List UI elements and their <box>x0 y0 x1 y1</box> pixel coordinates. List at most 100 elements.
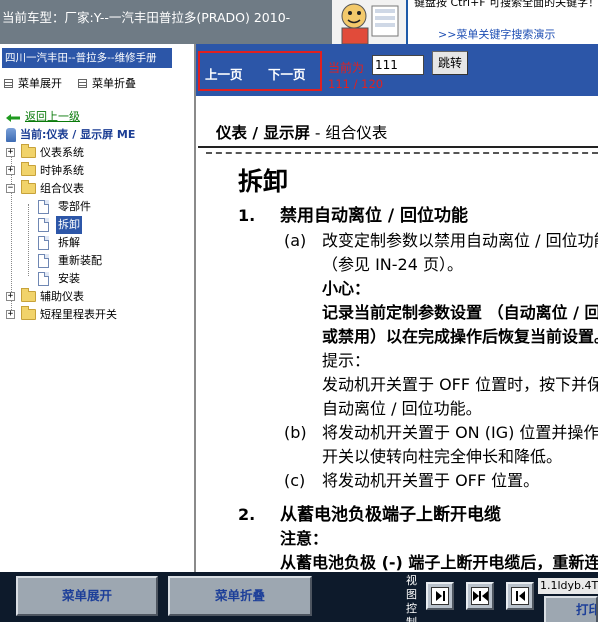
content-panel: 上一页 下一页 当前为 跳转 111 / 120 仪表 / 显示屏 - 组合仪表… <box>196 44 598 572</box>
mascot-image <box>332 0 406 44</box>
menu-collapse-toggle[interactable]: 菜单折叠 <box>78 75 136 91</box>
menu-collapse-button[interactable]: 菜单折叠 <box>168 576 312 616</box>
print-button[interactable]: 打印 <box>544 596 598 622</box>
manual-title: 四川一汽丰田--普拉多--维修手册 <box>2 48 172 68</box>
section-heading: 仪表 / 显示屏 - 组合仪表 <box>216 121 387 143</box>
current-page-label: 当前为 <box>328 61 365 75</box>
tree-doc-item[interactable]: 重新装配 <box>0 252 190 270</box>
file-name-display: 1.1ldyb.4T <box>538 578 598 594</box>
notice-text: 从蓄电池负极 (-) 端子上断开电缆后，重新连接 <box>280 553 598 572</box>
list-icon <box>4 79 13 88</box>
menu-collapse-label: 菜单折叠 <box>92 77 136 90</box>
mascot-icon <box>341 3 399 44</box>
tree-doc-item[interactable]: 拆解 <box>0 234 190 252</box>
tree-folder-label: 辅助仪表 <box>40 290 84 303</box>
prev-page-button[interactable]: 上一页 <box>205 64 243 83</box>
back-arrow-icon <box>6 114 20 122</box>
menu-expand-button[interactable]: 菜单展开 <box>16 576 158 616</box>
tree-folder-item[interactable]: + 短程里程表开关 <box>0 306 190 324</box>
bottom-toolbar: 菜单展开 菜单折叠 视图控制 1.1ldyb.4T 打印 <box>0 572 598 622</box>
menu-expand-label: 菜单展开 <box>18 77 62 90</box>
text-line: 开关以使转向柱完全伸长和降低。 <box>322 447 563 466</box>
note-label: 提示： <box>322 351 371 370</box>
text-line: 改变定制参数以禁用自动离位 / 回位功能 <box>322 231 598 250</box>
document-page: 仪表 / 显示屏 - 组合仪表 拆卸 1. 禁用自动离位 / 回位功能 (a) … <box>196 96 598 572</box>
page-nav-buttons: 上一页 下一页 <box>198 51 322 91</box>
tree-folder-item[interactable]: + 辅助仪表 <box>0 288 190 306</box>
tree-doc-label: 拆解 <box>58 236 80 249</box>
back-link[interactable]: 返回上一级 <box>25 108 80 126</box>
view-fit-center-button[interactable] <box>466 582 494 610</box>
caution-text: 或禁用）以在完成操作后恢复当前设置。 <box>322 327 598 346</box>
book-icon <box>6 128 16 142</box>
search-hint-box: 键盘按 Ctrl+F 可搜索全面的关键字！ >>菜单关键字搜索演示 <box>406 0 598 44</box>
folder-icon <box>21 144 36 158</box>
tree-folder-item[interactable]: + 仪表系统 <box>0 144 190 162</box>
page-number-input[interactable] <box>372 55 424 75</box>
tree-doc-item-selected[interactable]: 拆卸 <box>0 216 190 234</box>
back-row[interactable]: 返回上一级 <box>0 108 190 126</box>
current-car-model: 当前车型：厂家:Y--一汽丰田普拉多(PRADO) 2010- <box>2 10 291 25</box>
text-line: 自动离位 / 回位功能。 <box>322 399 482 418</box>
page-nav-bar: 上一页 下一页 当前为 跳转 111 / 120 <box>196 44 598 96</box>
document-icon <box>38 200 49 214</box>
view-control-label: 视图控制 <box>406 574 417 622</box>
folder-icon <box>21 288 36 302</box>
heading-divider <box>198 146 598 148</box>
expand-plus-icon[interactable]: + <box>6 292 15 301</box>
tree-folder-item[interactable]: − 组合仪表 <box>0 180 190 198</box>
tree-folder-label: 短程里程表开关 <box>40 308 117 321</box>
expand-plus-icon[interactable]: + <box>6 148 15 157</box>
tree-folder-label: 组合仪表 <box>40 182 84 195</box>
section-heading-sub: - 组合仪表 <box>309 124 388 142</box>
caution-text: 记录当前定制参数设置 （自动离位 / 回位功能启用 <box>322 303 598 322</box>
tree-doc-label: 安装 <box>58 272 80 285</box>
folder-icon <box>21 306 36 320</box>
tree-folder-label: 仪表系统 <box>40 146 84 159</box>
text-line: 发动机开关置于 OFF 位置时，按下并保持转向柱开关可 <box>322 375 598 394</box>
document-icon <box>38 254 49 268</box>
step-number: 2. <box>238 505 256 524</box>
dashed-divider <box>206 152 598 154</box>
tree-doc-label: 重新装配 <box>58 254 102 267</box>
next-page-button[interactable]: 下一页 <box>268 64 306 83</box>
step-number: 1. <box>238 206 256 225</box>
tree-doc-label: 零部件 <box>58 200 91 213</box>
current-node-label: 当前:仪表 / 显示屏 ME <box>20 128 136 141</box>
page-title: 拆卸 <box>238 167 289 196</box>
search-demo-link[interactable]: >>菜单关键字搜索演示 <box>438 26 555 42</box>
view-fit-left-button[interactable] <box>506 582 534 610</box>
expand-plus-icon[interactable]: + <box>6 310 15 319</box>
folder-icon <box>21 162 36 176</box>
section-heading-main: 仪表 / 显示屏 <box>216 124 310 142</box>
open-folder-icon <box>21 180 36 194</box>
document-icon <box>38 218 49 232</box>
menu-expand-toggle[interactable]: 菜单展开 <box>4 75 62 91</box>
expand-plus-icon[interactable]: + <box>6 166 15 175</box>
page-count: 111 / 120 <box>328 77 384 91</box>
fit-center-icon <box>471 587 489 605</box>
fit-right-icon <box>431 587 449 605</box>
document-icon <box>38 236 49 250</box>
current-node-row: 当前:仪表 / 显示屏 ME <box>0 126 190 144</box>
text-line: （参见 IN-24 页）。 <box>322 255 463 274</box>
view-fit-right-button[interactable] <box>426 582 454 610</box>
tree-folder-item[interactable]: + 时钟系统 <box>0 162 190 180</box>
notice-label: 注意： <box>280 529 329 548</box>
caution-label: 小心： <box>322 279 371 298</box>
substep-tag: (b) <box>284 423 307 442</box>
tree-doc-item[interactable]: 安装 <box>0 270 190 288</box>
tree-doc-item[interactable]: 零部件 <box>0 198 190 216</box>
top-bar: 当前车型：厂家:Y--一汽丰田普拉多(PRADO) 2010- 键盘按 Ctrl… <box>0 0 598 44</box>
collapse-minus-icon[interactable]: − <box>6 184 15 193</box>
tree-folder-label: 时钟系统 <box>40 164 84 177</box>
fit-left-icon <box>511 587 529 605</box>
sidebar: 四川一汽丰田--普拉多--维修手册 菜单展开 菜单折叠 返回上一级 当前:仪表 … <box>0 44 196 572</box>
tree-doc-label: 拆卸 <box>56 216 82 234</box>
jump-button[interactable]: 跳转 <box>432 51 468 75</box>
document-icon <box>38 272 49 286</box>
step-title: 从蓄电池负极端子上断开电缆 <box>280 505 501 525</box>
step-title: 禁用自动离位 / 回位功能 <box>280 206 469 226</box>
substep-tag: (a) <box>284 231 307 250</box>
text-line: 将发动机开关置于 OFF 位置。 <box>322 471 540 490</box>
